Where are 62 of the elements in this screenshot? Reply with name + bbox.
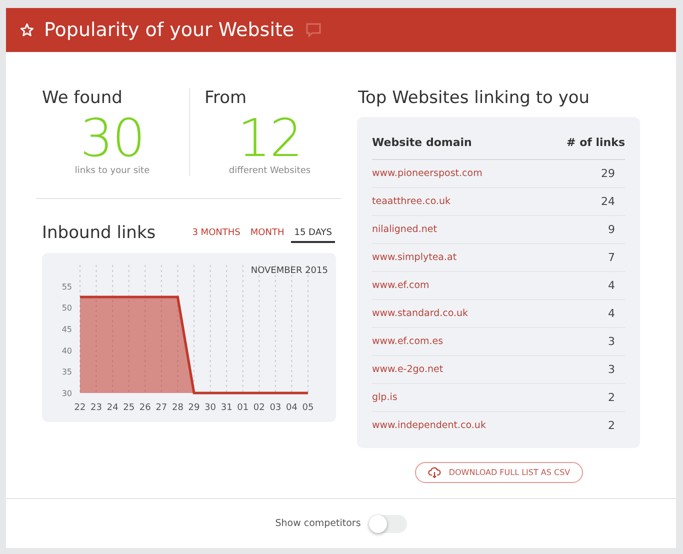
link-count: 2: [608, 419, 616, 432]
x-tick-label: 27: [156, 403, 168, 413]
stat-caption: different Websites: [228, 166, 311, 176]
x-tick-label: 02: [253, 403, 265, 413]
stat-label: From: [204, 88, 247, 108]
x-tick-label: 03: [270, 403, 282, 413]
download-button[interactable]: DOWNLOAD FULL LIST AS CSV: [414, 462, 584, 483]
link-count: 29: [601, 167, 616, 180]
cloud-download-icon: [428, 467, 441, 478]
y-tick-label: 35: [62, 368, 72, 377]
column-header: # of links: [566, 136, 625, 148]
section-title: Top Websites linking to you: [358, 88, 591, 108]
y-tick-label: 50: [62, 304, 72, 313]
panel-title: Popularity of your Website: [44, 19, 294, 41]
toggle-label: Show competitors: [275, 518, 361, 529]
y-tick-label: 55: [62, 282, 72, 292]
link-count: 24: [601, 195, 616, 208]
link-count: 9: [608, 223, 616, 236]
domain-link[interactable]: www.ef.com.es: [372, 336, 444, 347]
comment-icon[interactable]: [306, 23, 322, 37]
x-tick-label: 26: [139, 403, 151, 413]
link-count: 2: [608, 391, 616, 404]
x-tick-label: 23: [90, 403, 102, 413]
stat-caption: links to your site: [74, 166, 150, 176]
link-count: 7: [608, 251, 616, 264]
x-tick-label: 25: [123, 403, 135, 413]
y-tick-label: 30: [62, 389, 72, 398]
x-tick-label: 22: [74, 403, 86, 413]
domain-link[interactable]: www.pioneerspost.com: [372, 168, 482, 179]
stat-value: 12: [238, 114, 302, 164]
range-tab[interactable]: 3 MONTHS: [189, 226, 244, 243]
chart-title: NOVEMBER 2015: [250, 266, 328, 276]
column-header: Website domain: [372, 136, 472, 148]
toggle-switch[interactable]: [368, 514, 407, 532]
range-tab[interactable]: MONTH: [247, 226, 288, 243]
domain-link[interactable]: teaatthree.co.uk: [372, 196, 451, 207]
domain-link[interactable]: www.independent.co.uk: [372, 420, 486, 431]
x-tick-label: 01: [237, 403, 249, 413]
y-tick-label: 45: [62, 325, 72, 334]
domain-link[interactable]: www.simplytea.at: [372, 252, 457, 263]
x-tick-label: 05: [302, 403, 314, 413]
x-tick-label: 04: [286, 403, 298, 413]
domain-link[interactable]: nilaligned.net: [372, 224, 437, 235]
link-count: 4: [608, 279, 616, 292]
section-title: Inbound links: [42, 223, 157, 243]
stat-value: 30: [80, 114, 144, 164]
x-tick-label: 31: [220, 403, 232, 413]
stat-label: We found: [42, 88, 122, 108]
link-count: 3: [608, 335, 616, 348]
x-tick-label: 30: [204, 403, 216, 413]
star-icon: [20, 23, 34, 37]
domain-link[interactable]: www.e-2go.net: [372, 364, 444, 375]
link-count: 3: [608, 363, 616, 376]
range-tab[interactable]: 15 DAYS: [291, 226, 335, 243]
domain-link[interactable]: www.standard.co.uk: [372, 308, 468, 319]
x-tick-label: 28: [172, 403, 184, 413]
x-tick-label: 24: [106, 403, 118, 413]
x-tick-label: 29: [188, 403, 200, 413]
y-tick-label: 40: [62, 346, 72, 356]
link-count: 4: [608, 307, 616, 320]
domain-link[interactable]: www.ef.com: [372, 280, 430, 291]
domain-link[interactable]: glp.is: [372, 392, 398, 403]
